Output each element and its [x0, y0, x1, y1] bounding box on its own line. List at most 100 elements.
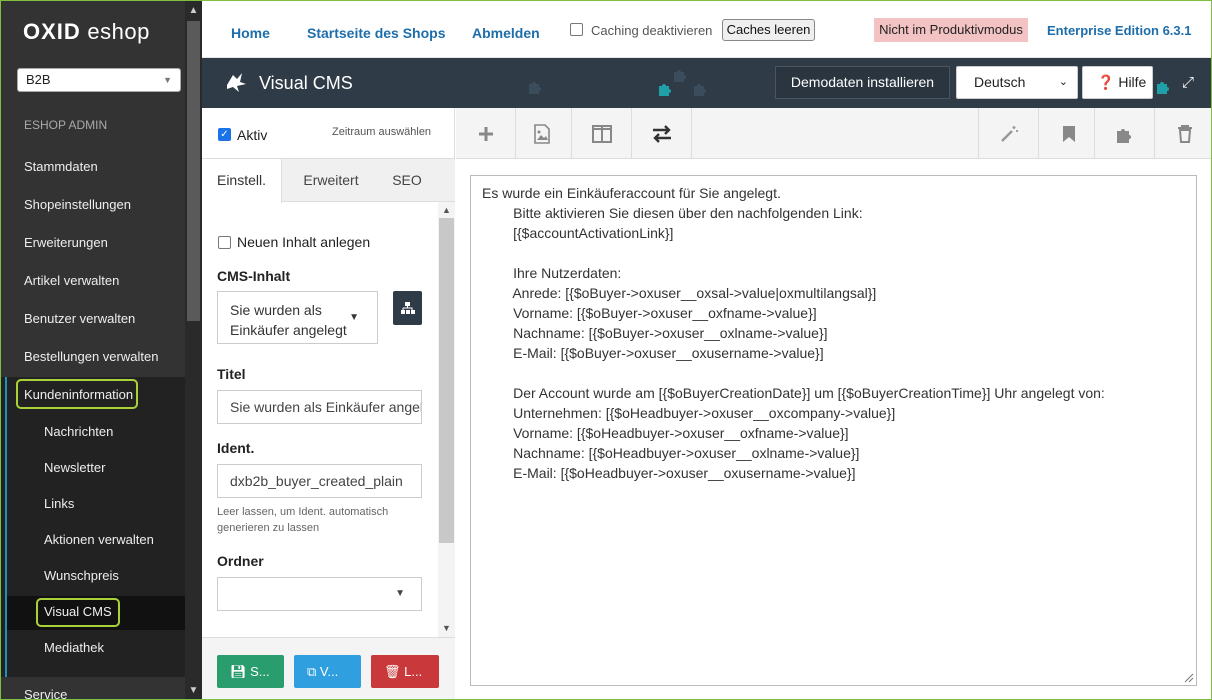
sidebar-subitem-newsletter[interactable]: Newsletter — [44, 460, 105, 475]
sidebar-item-kundeninformation[interactable]: Kundeninformation — [24, 387, 133, 402]
scroll-up-icon[interactable]: ▲ — [185, 3, 202, 19]
scroll-down-icon[interactable]: ▼ — [185, 683, 202, 699]
title-input[interactable]: Sie wurden als Einkäufer angelegt — [217, 390, 422, 424]
sidebar-item-erweiterungen[interactable]: Erweiterungen — [24, 235, 108, 250]
help-button[interactable]: ❓ Hilfe — [1082, 66, 1153, 99]
sidebar-subitem-mediathek[interactable]: Mediathek — [44, 640, 104, 655]
scroll-up-icon[interactable]: ▲ — [438, 202, 455, 218]
floppy-icon: 💾︎ — [230, 664, 247, 679]
sidebar-subitem-links[interactable]: Links — [44, 496, 74, 511]
settings-panel: ✓ Aktiv Zeitraum auswählen Einstell. Erw… — [202, 108, 455, 699]
chevron-down-icon: ▼ — [395, 588, 405, 599]
logout-link[interactable]: Abmelden — [472, 25, 540, 41]
puzzle-decor-icon — [1157, 82, 1169, 94]
editor-line: Vorname: [{$oHeadbuyer->oxuser__oxfname-… — [482, 425, 849, 441]
cms-content-label: CMS-Inhalt — [217, 268, 291, 284]
sidebar-subitem-wunschpreis[interactable]: Wunschpreis — [44, 568, 119, 583]
image-file-icon — [533, 123, 550, 144]
oxid-logo[interactable]: OXID eshop — [23, 19, 150, 45]
puzzle-icon — [1116, 128, 1131, 143]
scroll-down-icon[interactable]: ▼ — [438, 620, 455, 636]
editor-line: Vorname: [{$oBuyer->oxuser__oxfname->val… — [482, 305, 817, 321]
editor-line: E-Mail: [{$oBuyer->oxuser__oxusername->v… — [482, 345, 824, 361]
sidebar-item-artikel[interactable]: Artikel verwalten — [24, 273, 119, 288]
page-title: Visual CMS — [259, 73, 353, 93]
editor-line: Bitte aktivieren Sie diesen über den nac… — [482, 205, 863, 221]
period-link[interactable]: Zeitraum auswählen — [332, 126, 431, 138]
editor-line: Unternehmen: [{$oHeadbuyer->oxuser__oxco… — [482, 405, 896, 421]
trash-button[interactable] — [1154, 108, 1211, 159]
sidebar-subitem-nachrichten[interactable]: Nachrichten — [44, 424, 113, 439]
trash-icon: 🗑︎ — [384, 664, 401, 679]
resize-handle-icon[interactable] — [1182, 671, 1194, 683]
magic-wand-icon — [1000, 125, 1018, 142]
layout-button[interactable] — [572, 108, 632, 159]
chevron-down-icon: ▼ — [349, 312, 359, 323]
submenu-indicator — [5, 377, 7, 677]
visual-cms-logo-icon — [227, 73, 246, 92]
top-navigation: Home Startseite des Shops Abmelden Cachi… — [202, 1, 1211, 58]
sitemap-button[interactable] — [393, 291, 422, 325]
save-button[interactable]: 💾︎ S... — [217, 655, 284, 688]
sidebar-item-benutzer[interactable]: Benutzer verwalten — [24, 311, 135, 326]
sidebar-item-stammdaten[interactable]: Stammdaten — [24, 159, 98, 174]
page-header: Visual CMS Demodaten installieren Deutsc… — [202, 58, 1211, 108]
app-window: OXID eshop B2B ▼ ESHOP ADMIN Stammdaten S… — [0, 0, 1212, 700]
sidebar-scrollbar-thumb[interactable] — [187, 21, 200, 321]
chevron-down-icon: ⌄ — [1058, 76, 1068, 88]
ident-input[interactable]: dxb2b_buyer_created_plain — [217, 464, 422, 498]
editor-line: Anrede: [{$oBuyer->oxuser__oxsal->value|… — [482, 285, 877, 301]
editor-line: Es wurde ein Einkäuferaccount für Sie an… — [482, 185, 781, 201]
editor-toolbar — [456, 108, 1211, 159]
sidebar-item-service[interactable]: Service — [24, 687, 67, 699]
home-link[interactable]: Home — [231, 25, 270, 41]
chevron-down-icon: ▼ — [163, 75, 172, 85]
new-content-checkbox[interactable] — [218, 236, 231, 249]
content-editor[interactable]: Es wurde ein Einkäuferaccount für Sie an… — [470, 175, 1197, 686]
expand-icon[interactable]: ⤢ — [1182, 74, 1194, 91]
puzzle-decor-icon — [529, 82, 541, 94]
editor-line: Nachname: [{$oBuyer->oxuser__oxlname->va… — [482, 325, 828, 341]
magic-button[interactable] — [978, 108, 1038, 159]
view-button[interactable]: ⧉ V... — [294, 655, 361, 688]
install-demo-button[interactable]: Demodaten installieren — [775, 66, 950, 99]
editor-line: Ihre Nutzerdaten: — [482, 265, 622, 281]
mode-badge: Nicht im Produktivmodus — [874, 18, 1028, 42]
tab-seo[interactable]: SEO — [380, 159, 434, 202]
folder-select[interactable]: ▼ — [217, 577, 422, 611]
sidebar-subitem-visual-cms[interactable]: Visual CMS — [44, 604, 112, 619]
submenu-background — [1, 377, 185, 677]
add-widget-button[interactable] — [456, 108, 516, 159]
cms-content-select[interactable]: Sie wurden als Einkäufer angelegt ▼ — [217, 291, 378, 344]
columns-icon — [591, 124, 612, 143]
widget-button[interactable] — [1094, 108, 1154, 159]
clear-cache-button[interactable]: Caches leeren — [722, 19, 815, 41]
active-row: ✓ Aktiv Zeitraum auswählen — [202, 108, 455, 159]
sidebar-item-shopeinstellungen[interactable]: Shopeinstellungen — [24, 197, 131, 212]
active-checkbox[interactable]: ✓ — [218, 128, 231, 141]
tab-settings[interactable]: Einstell. — [202, 159, 282, 203]
media-button[interactable] — [512, 108, 572, 159]
plus-icon — [478, 126, 493, 141]
bookmark-button[interactable] — [1038, 108, 1098, 159]
shop-start-link[interactable]: Startseite des Shops — [307, 25, 446, 41]
panel-tabs: Einstell. Erweitert SEO — [202, 159, 455, 203]
external-link-icon: ⧉ — [307, 664, 317, 679]
sidebar-item-bestellungen[interactable]: Bestellungen verwalten — [24, 349, 158, 364]
ident-label: Ident. — [217, 440, 255, 456]
folder-label: Ordner — [217, 553, 264, 569]
tab-advanced[interactable]: Erweitert — [288, 159, 374, 202]
editor-line: [{$accountActivationLink}] — [482, 225, 674, 241]
sidebar: OXID eshop B2B ▼ ESHOP ADMIN Stammdaten S… — [1, 1, 202, 699]
title-label: Titel — [217, 366, 246, 382]
sidebar-subitem-aktionen[interactable]: Aktionen verwalten — [44, 532, 154, 547]
caching-checkbox[interactable] — [570, 23, 583, 36]
language-select[interactable]: Deutsch ⌄ — [956, 66, 1078, 99]
bookmark-icon — [1062, 125, 1075, 142]
toggle-view-button[interactable] — [632, 108, 692, 159]
edition-label: Enterprise Edition 6.3.1 — [1047, 23, 1192, 38]
active-label: Aktiv — [237, 127, 268, 143]
delete-button[interactable]: 🗑︎ L... — [371, 655, 439, 688]
shop-select[interactable]: B2B ▼ — [17, 68, 181, 92]
panel-scrollbar-thumb[interactable] — [439, 218, 454, 543]
